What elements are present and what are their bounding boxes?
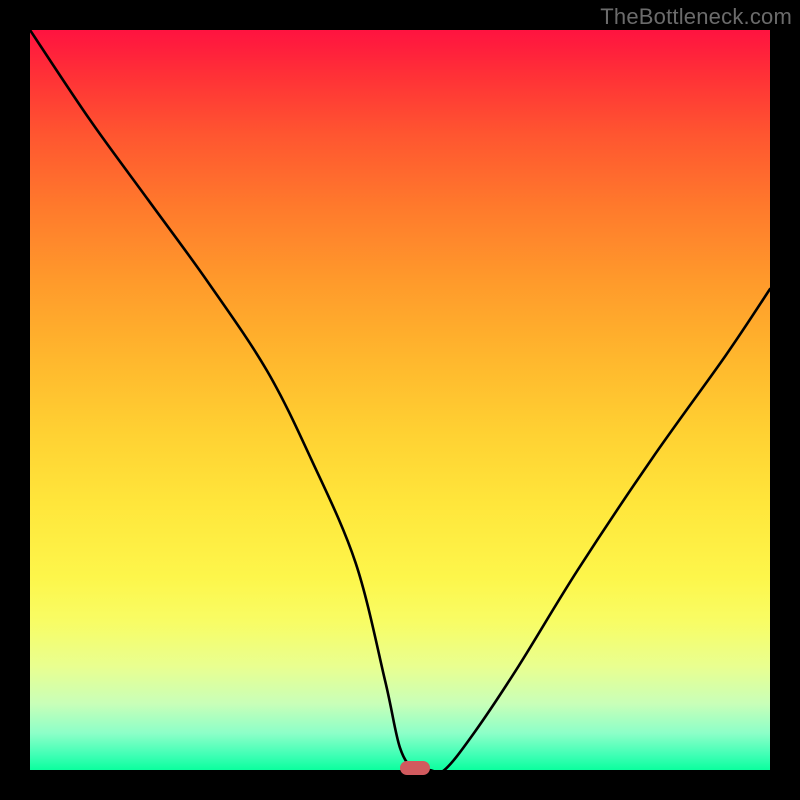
- watermark-text: TheBottleneck.com: [600, 4, 792, 30]
- plot-area: [30, 30, 770, 770]
- curve-svg: [30, 30, 770, 770]
- optimum-marker: [400, 761, 430, 775]
- bottleneck-curve: [30, 30, 770, 770]
- chart-frame: TheBottleneck.com: [0, 0, 800, 800]
